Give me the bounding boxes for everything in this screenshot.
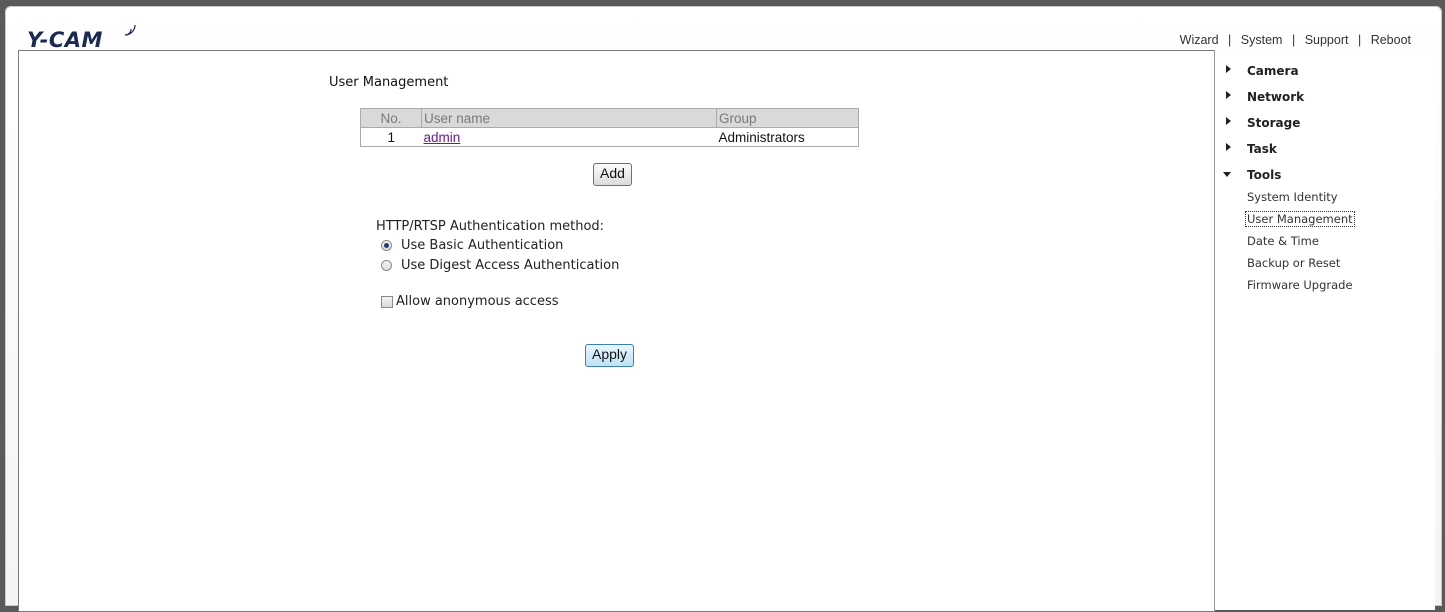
column-header-no: No.: [360, 108, 422, 128]
caret-right-icon: [1226, 65, 1231, 73]
anonymous-access-checkbox[interactable]: [381, 295, 393, 308]
table-header-row: No. User name Group: [360, 108, 859, 128]
caret-right-icon: [1226, 117, 1231, 125]
sidebar-item-label: Storage: [1247, 116, 1301, 130]
signal-wave-icon: [124, 24, 136, 36]
nav-separator: |: [1357, 33, 1362, 47]
sidebar-item-network[interactable]: Network: [1223, 88, 1355, 114]
digest-auth-label: Use Digest Access Authentication: [401, 258, 620, 273]
sidebar-menu: Camera Network Storage Task Tools System…: [1223, 62, 1355, 298]
sidebar-item-label: Camera: [1247, 64, 1299, 78]
apply-button[interactable]: Apply: [585, 344, 635, 367]
nav-separator: |: [1228, 33, 1232, 47]
username-link[interactable]: admin: [424, 130, 461, 145]
anonymous-access-option: Allow anonymous access: [381, 294, 559, 309]
submenu-label: Firmware Upgrade: [1247, 278, 1353, 292]
sidebar-item-camera[interactable]: Camera: [1223, 62, 1355, 88]
submenu-firmware-upgrade[interactable]: Firmware Upgrade: [1247, 276, 1355, 298]
cell-username: admin: [421, 127, 717, 147]
add-user-button[interactable]: Add: [593, 163, 632, 186]
main-content-panel: User Management No. User name Group 1 ad…: [18, 50, 1215, 612]
sidebar: Camera Network Storage Task Tools System…: [1215, 50, 1435, 610]
auth-method-label: HTTP/RTSP Authentication method:: [376, 219, 605, 234]
basic-auth-radio[interactable]: [381, 240, 392, 251]
sidebar-item-label: Tools: [1247, 168, 1282, 182]
caret-right-icon: [1226, 91, 1231, 99]
ycam-logo: Y-CAM: [27, 24, 136, 52]
submenu-label: User Management: [1245, 211, 1355, 227]
submenu-date-time[interactable]: Date & Time: [1247, 232, 1355, 254]
submenu-label: Backup or Reset: [1247, 256, 1341, 270]
cell-group: Administrators: [716, 127, 859, 147]
sidebar-item-task[interactable]: Task: [1223, 140, 1355, 166]
logo-text: Y-CAM: [27, 28, 103, 52]
column-header-username: User name: [421, 108, 717, 128]
basic-auth-label: Use Basic Authentication: [401, 238, 564, 253]
anonymous-access-label: Allow anonymous access: [396, 294, 559, 309]
table-row: 1 admin Administrators: [360, 127, 859, 147]
sidebar-item-label: Network: [1247, 90, 1305, 104]
digest-auth-radio[interactable]: [381, 260, 392, 271]
basic-auth-option: Use Basic Authentication: [381, 238, 563, 253]
nav-system-link[interactable]: System: [1241, 33, 1283, 47]
page-title: User Management: [329, 75, 449, 90]
nav-support-link[interactable]: Support: [1305, 33, 1349, 47]
sidebar-item-label: Task: [1247, 142, 1277, 156]
submenu-label: System Identity: [1247, 190, 1338, 204]
nav-separator: |: [1291, 33, 1296, 47]
nav-reboot-link[interactable]: Reboot: [1371, 33, 1411, 47]
submenu-backup-reset[interactable]: Backup or Reset: [1247, 254, 1355, 276]
digest-auth-option: Use Digest Access Authentication: [381, 258, 619, 273]
nav-wizard-link[interactable]: Wizard: [1180, 33, 1219, 47]
tools-submenu: System Identity User Management Date & T…: [1245, 188, 1355, 298]
cell-no: 1: [360, 127, 422, 147]
top-navigation: Wizard | System | Support | Reboot: [1180, 33, 1411, 47]
sidebar-item-tools[interactable]: Tools: [1223, 166, 1355, 192]
caret-down-icon: [1223, 172, 1231, 177]
sidebar-item-storage[interactable]: Storage: [1223, 114, 1355, 140]
users-table: No. User name Group 1 admin Administrato…: [360, 108, 859, 147]
caret-right-icon: [1226, 143, 1231, 151]
submenu-user-management[interactable]: User Management: [1245, 210, 1355, 232]
submenu-label: Date & Time: [1247, 234, 1319, 248]
column-header-group: Group: [716, 108, 859, 128]
